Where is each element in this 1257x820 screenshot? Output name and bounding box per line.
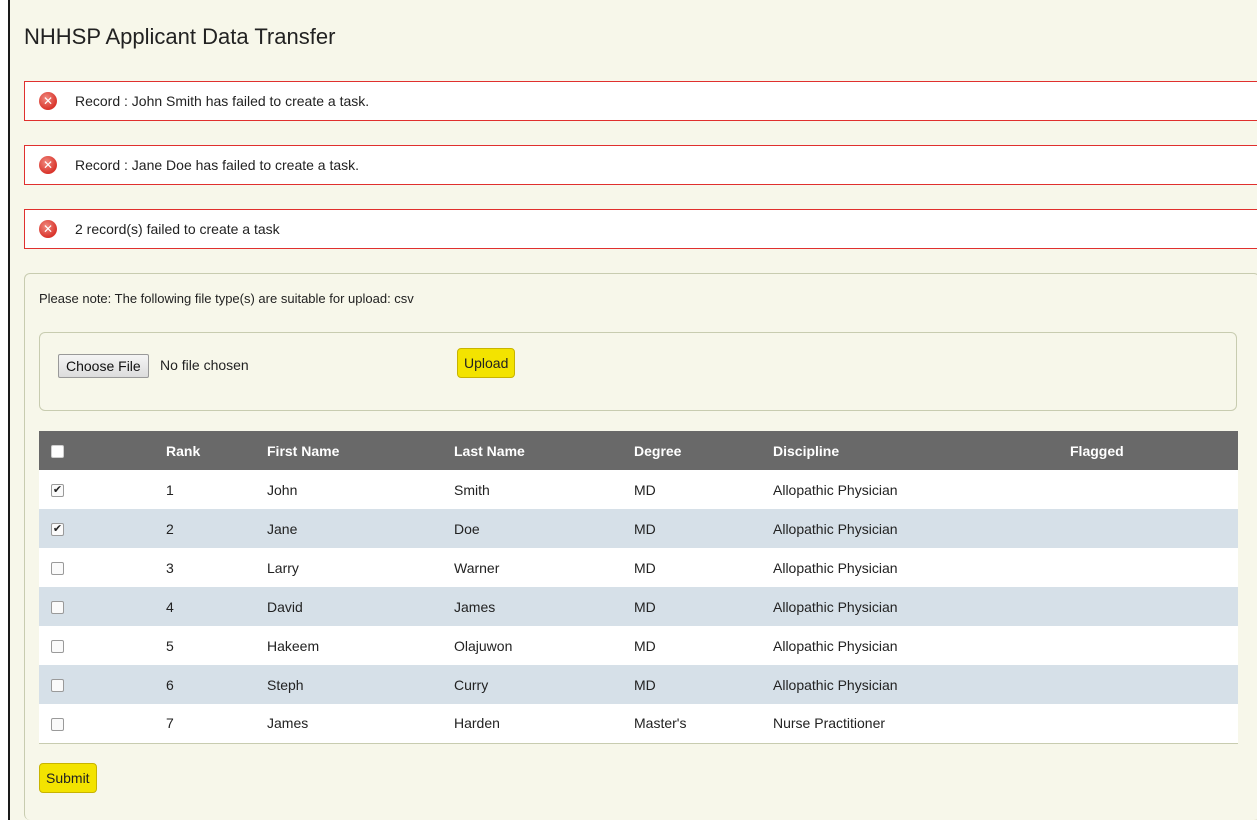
degree-cell: MD (634, 676, 656, 693)
header-first-name[interactable]: First Name (267, 431, 454, 470)
table-row[interactable]: ✔ 1 John Smith MD Allopathic Physician (39, 470, 1238, 509)
discipline-cell: Allopathic Physician (773, 676, 898, 693)
flagged-cell (1070, 470, 1238, 509)
row-select-cell (39, 548, 166, 587)
degree-cell: Master's (634, 715, 687, 732)
degree-cell: MD (634, 559, 656, 576)
row-select-cell (39, 587, 166, 626)
discipline-cell: Allopathic Physician (773, 481, 898, 498)
rank-cell: 6 (166, 676, 174, 693)
applicants-table: Rank First Name Last Name Degree Discipl… (39, 431, 1238, 744)
flagged-cell (1070, 509, 1238, 548)
error-text: Record : Jane Doe has failed to create a… (75, 157, 360, 173)
last-name-cell: Doe (454, 520, 480, 537)
flagged-cell (1070, 665, 1238, 704)
header-last-name[interactable]: Last Name (454, 431, 634, 470)
error-message: ✕ 2 record(s) failed to create a task (24, 209, 1257, 249)
rank-cell: 7 (166, 715, 174, 732)
first-name-cell: Hakeem (267, 637, 320, 654)
table-row[interactable]: 6 Steph Curry MD Allopathic Physician (39, 665, 1238, 704)
rank-cell: 1 (166, 481, 174, 498)
first-name-cell: Jane (267, 520, 298, 537)
upload-note: Please note: The following file type(s) … (39, 291, 414, 306)
degree-cell: MD (634, 598, 656, 615)
row-checkbox[interactable]: ✔ (51, 523, 64, 537)
discipline-cell: Allopathic Physician (773, 559, 898, 576)
last-name-cell: Smith (454, 481, 490, 498)
row-checkbox[interactable]: ✔ (51, 484, 64, 498)
row-select-cell: ✔ (39, 470, 166, 509)
table-row[interactable]: 4 David James MD Allopathic Physician (39, 587, 1238, 626)
flagged-cell (1070, 626, 1238, 665)
table-row[interactable]: ✔ 2 Jane Doe MD Allopathic Physician (39, 509, 1238, 548)
first-name-cell: Steph (267, 676, 304, 693)
rank-cell: 3 (166, 559, 174, 576)
table-header-row: Rank First Name Last Name Degree Discipl… (39, 431, 1238, 470)
first-name-cell: David (267, 598, 303, 615)
discipline-cell: Allopathic Physician (773, 520, 898, 537)
table-row[interactable]: 5 Hakeem Olajuwon MD Allopathic Physicia… (39, 626, 1238, 665)
flagged-cell (1070, 548, 1238, 587)
discipline-cell: Allopathic Physician (773, 598, 898, 615)
file-status-text: No file chosen (160, 357, 249, 373)
upload-panel: Please note: The following file type(s) … (24, 273, 1257, 820)
row-checkbox[interactable] (51, 562, 64, 576)
flagged-cell (1070, 704, 1238, 743)
last-name-cell: Harden (454, 715, 500, 732)
error-icon: ✕ (39, 220, 57, 238)
submit-button[interactable]: Submit (39, 763, 97, 793)
choose-file-button[interactable]: Choose File (58, 354, 149, 378)
first-name-cell: James (267, 715, 309, 732)
app-frame: NHHSP Applicant Data Transfer ✕ Record :… (8, 0, 1257, 820)
rank-cell: 4 (166, 598, 174, 615)
table-row[interactable]: 3 Larry Warner MD Allopathic Physician (39, 548, 1238, 587)
last-name-cell: Curry (454, 676, 489, 693)
header-degree[interactable]: Degree (634, 431, 773, 470)
row-select-cell (39, 665, 166, 704)
last-name-cell: James (454, 598, 496, 615)
degree-cell: MD (634, 520, 656, 537)
error-text: Record : John Smith has failed to create… (75, 93, 370, 109)
row-checkbox[interactable] (51, 640, 64, 654)
error-icon: ✕ (39, 92, 57, 110)
row-checkbox[interactable] (51, 601, 64, 615)
row-select-cell (39, 626, 166, 665)
file-upload-box: Choose File No file chosen Upload (39, 332, 1237, 411)
rank-cell: 2 (166, 520, 174, 537)
upload-button[interactable]: Upload (457, 348, 516, 378)
degree-cell: MD (634, 481, 656, 498)
first-name-cell: John (267, 481, 298, 498)
rank-cell: 5 (166, 637, 174, 654)
error-message: ✕ Record : John Smith has failed to crea… (24, 81, 1257, 121)
row-select-cell: ✔ (39, 509, 166, 548)
error-message: ✕ Record : Jane Doe has failed to create… (24, 145, 1257, 185)
header-select-all-cell (39, 431, 166, 470)
last-name-cell: Warner (454, 559, 500, 576)
row-select-cell (39, 704, 166, 743)
degree-cell: MD (634, 637, 656, 654)
discipline-cell: Allopathic Physician (773, 637, 898, 654)
select-all-checkbox[interactable] (51, 445, 64, 459)
header-discipline[interactable]: Discipline (773, 431, 1070, 470)
page-title: NHHSP Applicant Data Transfer (24, 24, 336, 49)
error-text: 2 record(s) failed to create a task (75, 221, 280, 237)
first-name-cell: Larry (267, 559, 299, 576)
header-rank[interactable]: Rank (166, 431, 267, 470)
row-checkbox[interactable] (51, 679, 64, 693)
table-row[interactable]: 7 James Harden Master's Nurse Practition… (39, 704, 1238, 743)
row-checkbox[interactable] (51, 718, 64, 732)
header-flagged[interactable]: Flagged (1070, 431, 1238, 470)
discipline-cell: Nurse Practitioner (773, 715, 886, 732)
last-name-cell: Olajuwon (454, 637, 513, 654)
error-icon: ✕ (39, 156, 57, 174)
flagged-cell (1070, 587, 1238, 626)
